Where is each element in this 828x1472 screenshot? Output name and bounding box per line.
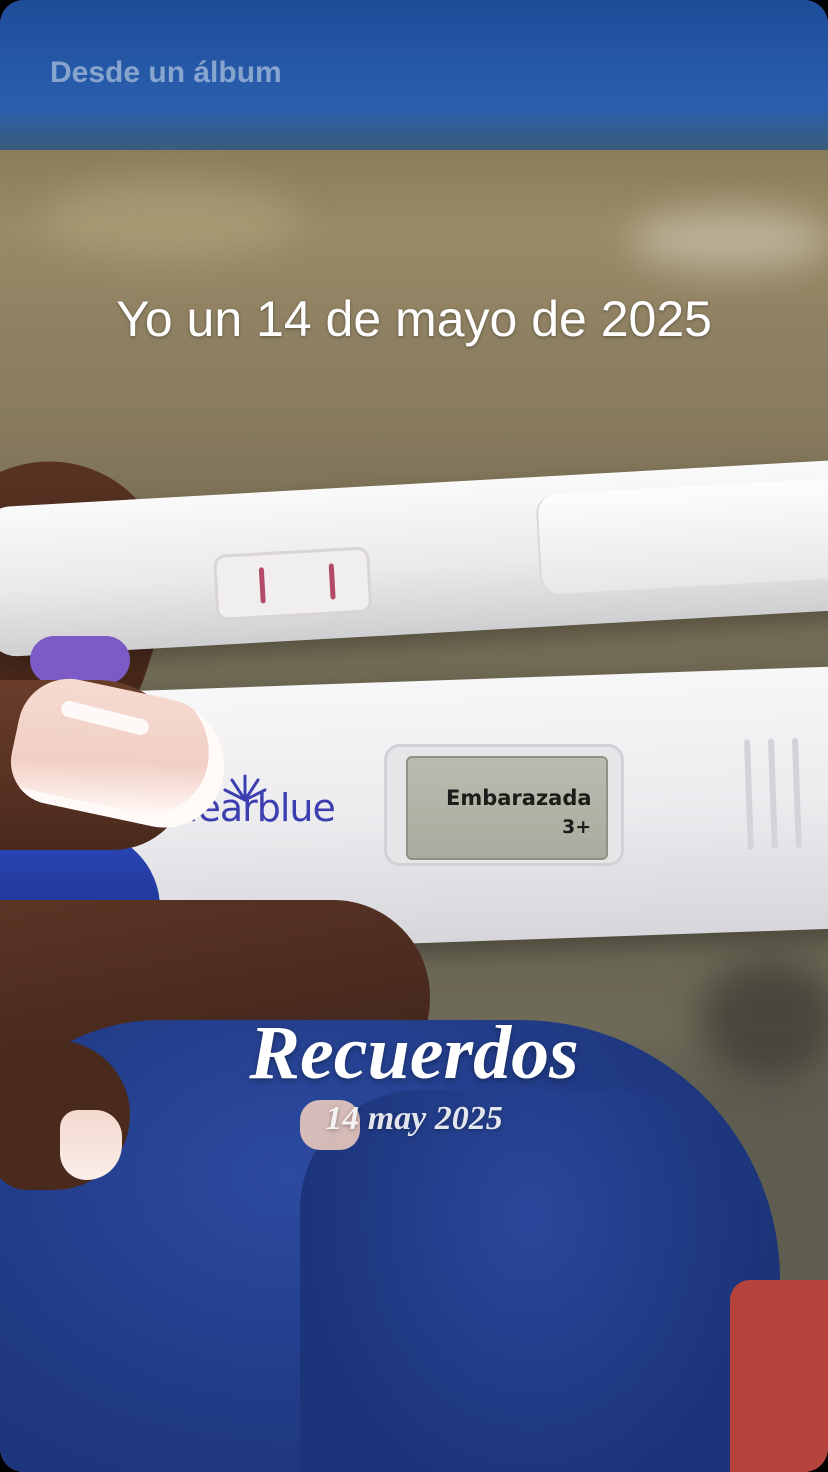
memories-title: Recuerdos xyxy=(249,1011,579,1095)
story-caption: Yo un 14 de mayo de 2025 xyxy=(116,291,712,347)
grip-ridge xyxy=(767,738,778,849)
test-line-result xyxy=(328,563,336,600)
floor-spot xyxy=(40,180,300,260)
floor-light-spot xyxy=(630,210,828,270)
memory-photo: clearblue Embarazada 3+ xyxy=(0,0,828,1472)
test-cap xyxy=(535,476,828,595)
album-source-label[interactable]: Desde un álbum xyxy=(50,56,282,90)
test-result-window xyxy=(212,546,373,621)
test-display-result: Embarazada xyxy=(446,786,592,810)
grip-ridge xyxy=(791,737,802,848)
photo-red-cloth xyxy=(730,1280,828,1472)
memories-date: 14 may 2025 xyxy=(325,1100,503,1137)
test-purple-grip xyxy=(30,636,130,684)
test-display-weeks: 3+ xyxy=(562,816,592,838)
grip-ridge xyxy=(743,739,754,850)
photo-jeans-knee xyxy=(300,1090,760,1472)
memories-story-screen[interactable]: clearblue Embarazada 3+ Desde un álbum Y… xyxy=(0,0,828,1472)
test-line-control xyxy=(258,567,266,604)
